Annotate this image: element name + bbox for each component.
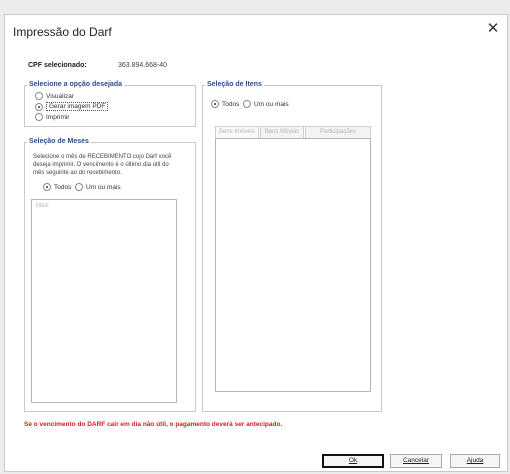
items-radio-um-ou-mais[interactable]: Um ou mais [243,100,289,108]
option-group: Selecione a opção desejada Visualizar Ge… [24,81,196,127]
dialog-title: Impressão do Darf [13,25,112,39]
option-group-legend: Selecione a opção desejada [27,81,124,88]
months-radio-um-ou-mais-icon [75,183,83,191]
months-radio-um-ou-mais-label: Um ou mais [86,183,121,191]
months-group-legend: Seleção de Meses [27,138,91,145]
radio-imprimir[interactable]: Imprimir [35,113,69,121]
radio-visualizar-label: Visualizar [46,92,75,100]
months-radio-todos-label: Todos [54,183,72,191]
ok-button[interactable]: Ok [322,454,384,468]
months-group: Seleção de Meses Selecione o mês de RECE… [24,138,196,412]
cpf-label: CPF selecionado: [28,62,87,69]
items-group: Seleção de Itens Todos Um ou mais Bens I… [202,81,382,412]
cpf-value: 363.894.668-40 [118,62,168,69]
radio-imprimir-icon [35,113,43,121]
warning-message: Se o vencimento do DARF cair em dia não … [24,421,283,428]
tab-bens-moveis[interactable]: Bens Móveis [260,126,304,138]
items-radio-todos-label: Todos [222,100,240,108]
months-radio-todos-icon [43,183,51,191]
months-list-placeholder: Mais [36,203,49,209]
items-tab-panel[interactable] [215,138,371,392]
radio-gerar-pdf-label: Gerar imagem PDF [46,102,109,111]
tab-bens-imoveis[interactable]: Bens Imóveis [215,126,259,138]
tab-participacoes-societarias[interactable]: Participações Societárias [305,126,371,146]
months-description: Selecione o mês de RECEBIMENTO cujo Darf… [33,154,172,176]
radio-gerar-pdf-icon [35,102,43,111]
radio-imprimir-label: Imprimir [46,113,70,121]
close-icon[interactable]: ✕ [485,21,501,37]
radio-gerar-pdf[interactable]: Gerar imagem PDF [35,102,109,111]
months-radio-todos[interactable]: Todos [43,183,71,191]
items-radio-um-ou-mais-label: Um ou mais [254,100,289,108]
radio-visualizar[interactable]: Visualizar [35,92,74,100]
items-radio-todos[interactable]: Todos [211,100,239,108]
cancel-button[interactable]: Cancelar [390,454,442,468]
help-button[interactable]: Ajuda [450,454,500,468]
title-bar: Impressão do Darf ✕ [5,15,507,45]
items-radio-um-ou-mais-icon [243,100,251,108]
months-listbox[interactable]: Mais [31,199,177,403]
radio-visualizar-icon [35,92,43,100]
items-radio-todos-icon [211,100,219,108]
months-radio-um-ou-mais[interactable]: Um ou mais [75,183,121,191]
items-group-legend: Seleção de Itens [205,81,264,88]
